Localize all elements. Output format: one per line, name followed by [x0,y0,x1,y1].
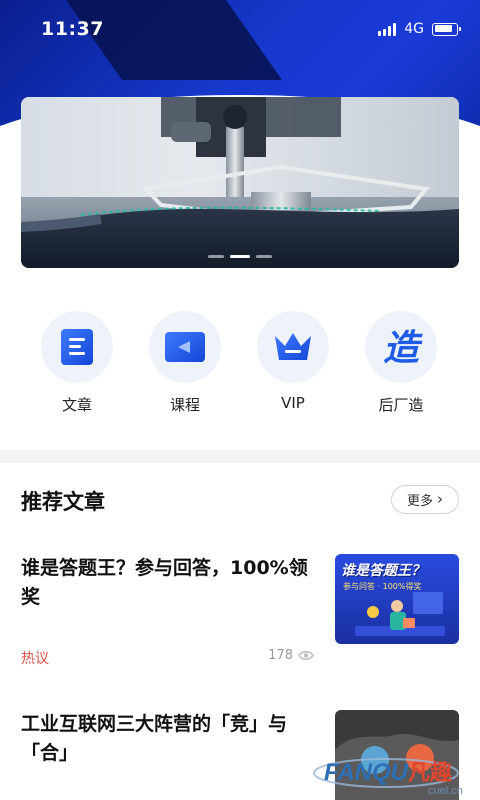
watermark-brand: FANQU [324,759,409,786]
view-count: 178 [268,648,293,663]
app-screen: 11:37 4G 文章 课程 VIP 造 后厂造 推荐文章 更多 › 谁是答题王… [0,0,480,800]
article-thumbnail: 谁是答题王？ 参与问答 · 100%得奖 [335,554,459,644]
carousel-indicator[interactable] [21,255,459,258]
carousel-dot[interactable] [208,255,224,258]
crown-icon [257,311,329,383]
quick-menu: 文章 课程 VIP 造 后厂造 [0,311,480,415]
article-tag: 热议 [21,651,49,667]
battery-icon [432,22,461,36]
quick-item-vip[interactable]: VIP [239,311,347,415]
banner-carousel[interactable] [21,97,459,268]
article-card[interactable]: 谁是答题王？参与回答，100%领奖 谁是答题王？ 参与问答 · 100%得奖 热… [21,554,459,674]
quick-item-label: 课程 [169,396,200,414]
status-indicators: 4G [378,21,461,37]
chevron-right-icon: › [437,490,443,508]
sewing-machine-image [21,97,459,268]
thumb-title: 谁是答题王？ [341,563,425,579]
quick-item-label: 后厂造 [378,396,424,414]
thumb-subtitle: 参与问答 · 100%得奖 [343,582,422,591]
watermark-domain: cuel.cn [428,785,463,797]
zao-character-icon: 造 [365,311,437,383]
section-title: 推荐文章 [21,490,105,514]
quick-item-label: VIP [281,394,305,412]
quick-item-label: 文章 [61,396,92,414]
quick-item-article[interactable]: 文章 [23,311,131,415]
eye-icon [298,651,314,660]
article-title: 谁是答题王？参与回答，100%领奖 [21,557,308,608]
more-button[interactable]: 更多 › [391,485,459,514]
status-time: 11:37 [41,18,104,40]
more-button-label: 更多 [406,494,433,509]
article-icon [41,311,113,383]
course-play-icon [149,311,221,383]
watermark-logo: FANQU 凡趣 cuel.cn [306,745,476,797]
carousel-dot-active[interactable] [230,255,250,258]
section-divider [0,450,480,463]
article-views: 178 [268,648,314,663]
watermark-brand-cn: 凡趣 [408,760,452,786]
article-title: 工业互联网三大阵营的「竞」与「合」 [21,713,288,764]
network-type: 4G [404,21,424,37]
carousel-dot[interactable] [256,255,272,258]
quick-item-houchangzao[interactable]: 造 后厂造 [347,311,455,415]
status-bar: 11:37 4G [0,0,480,60]
svg-text:造: 造 [383,328,423,369]
quick-item-course[interactable]: 课程 [131,311,239,415]
signal-icon [378,22,398,36]
